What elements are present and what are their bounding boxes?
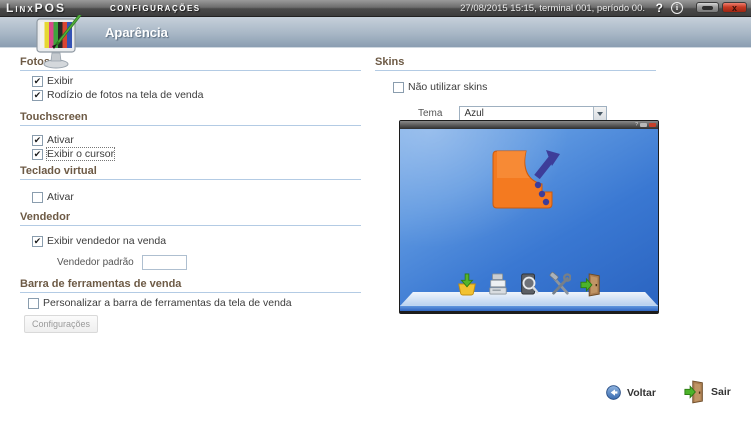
section-vendedor: Vendedor Exibir vendedor na venda Vended… [20, 211, 361, 270]
divider [20, 179, 361, 180]
checkbox-label: Ativar [47, 191, 74, 203]
chevron-down-icon[interactable] [593, 107, 607, 120]
sair-button[interactable]: Sair [684, 379, 731, 404]
section-touchscreen-title: Touchscreen [20, 111, 88, 123]
section-skins-title: Skins [375, 56, 405, 68]
tema-label: Tema [418, 108, 443, 119]
section-barra-title: Barra de ferramentas de venda [20, 278, 182, 290]
back-arrow-icon [606, 385, 621, 400]
appearance-monitor-icon [36, 15, 82, 69]
basket-icon [458, 273, 476, 296]
checkbox-personalizar-barra[interactable]: Personalizar a barra de ferramentas da t… [28, 296, 361, 310]
titlebar: LinxPOS Configurações 27/08/2015 15:15, … [0, 0, 751, 17]
session-info: 27/08/2015 15:15, terminal 001, período … [460, 3, 645, 14]
divider [20, 70, 361, 71]
checkbox-label: Ativar [47, 134, 74, 146]
linxpos-brand-logo [492, 150, 560, 209]
sair-label: Sair [711, 385, 731, 398]
section-barra-ferramentas: Barra de ferramentas de venda Personaliz… [20, 278, 361, 333]
divider [20, 292, 361, 293]
checkbox-rodizio-fotos[interactable]: Rodízio de fotos na tela de venda [32, 88, 361, 102]
checkbox-icon[interactable] [32, 89, 43, 101]
close-button[interactable]: x [722, 2, 747, 13]
vendedor-padrao-row: Vendedor padrão [32, 255, 361, 270]
divider [20, 125, 361, 126]
checkbox-label: Exibir vendedor na venda [47, 235, 167, 247]
preview-dock [400, 271, 658, 297]
checkbox-ativar-teclado[interactable]: Ativar [32, 190, 361, 204]
tema-select[interactable]: Azul [459, 106, 608, 121]
theme-preview-image: ? [399, 120, 659, 314]
divider [20, 225, 361, 226]
cash-register-icon [489, 273, 507, 295]
checkbox-label: Rodízio de fotos na tela de venda [47, 89, 204, 101]
checkbox-exibir-vendedor[interactable]: Exibir vendedor na venda [32, 234, 361, 248]
checkbox-icon[interactable] [32, 75, 43, 87]
section-teclado-title: Teclado virtual [20, 165, 97, 177]
checkbox-exibir-fotos[interactable]: Exibir [32, 74, 361, 88]
checkbox-nao-utilizar-skins[interactable]: Não utilizar skins [393, 80, 656, 94]
exit-door-icon [580, 273, 600, 297]
checkbox-icon[interactable] [393, 81, 404, 93]
checkbox-icon[interactable] [32, 148, 43, 160]
close-icon: x [731, 2, 737, 13]
checkbox-label: Não utilizar skins [408, 81, 488, 93]
section-touchscreen: Touchscreen Ativar Exibir o cursor [20, 111, 361, 161]
tema-selected-value: Azul [464, 108, 484, 119]
window-title: Configurações [110, 2, 201, 14]
page-title: Aparência [105, 25, 168, 40]
voltar-button[interactable]: Voltar [606, 385, 656, 400]
help-icon[interactable]: ? [656, 1, 663, 15]
preview-close-icon [649, 123, 656, 127]
checkbox-label: Personalizar a barra de ferramentas da t… [43, 297, 292, 309]
preview-help-icon: ? [635, 121, 638, 128]
search-device-icon [521, 273, 539, 295]
section-vendedor-title: Vendedor [20, 211, 71, 223]
checkbox-exibir-cursor[interactable]: Exibir o cursor [32, 147, 361, 161]
divider [375, 70, 656, 71]
checkbox-icon[interactable] [32, 191, 43, 203]
vendedor-padrao-input[interactable] [141, 255, 187, 270]
checkbox-ativar-touchscreen[interactable]: Ativar [32, 133, 361, 147]
minimize-button[interactable] [696, 2, 719, 13]
section-teclado-virtual: Teclado virtual Ativar [20, 165, 361, 204]
checkbox-icon[interactable] [28, 297, 39, 309]
preview-titlebar: ? [400, 121, 658, 129]
linxpos-logo: LinxPOS [6, 1, 67, 15]
appearance-settings-window: LinxPOS Configurações 27/08/2015 15:15, … [0, 0, 751, 422]
configuracoes-button[interactable]: Configurações [24, 315, 99, 333]
checkbox-label: Exibir o cursor [45, 147, 116, 161]
minimize-icon [702, 5, 713, 10]
vendedor-padrao-label: Vendedor padrão [57, 257, 134, 268]
info-icon[interactable]: i [671, 2, 683, 14]
tema-row: Tema Azul [393, 106, 656, 121]
preview-minimize-icon [640, 123, 647, 127]
checkbox-icon[interactable] [32, 134, 43, 146]
exit-door-icon [684, 380, 703, 404]
tools-icon [549, 271, 571, 295]
checkbox-label: Exibir [47, 75, 74, 87]
checkbox-icon[interactable] [32, 235, 43, 247]
section-skins: Skins Não utilizar skins Tema Azul [375, 56, 656, 121]
voltar-label: Voltar [627, 386, 656, 399]
